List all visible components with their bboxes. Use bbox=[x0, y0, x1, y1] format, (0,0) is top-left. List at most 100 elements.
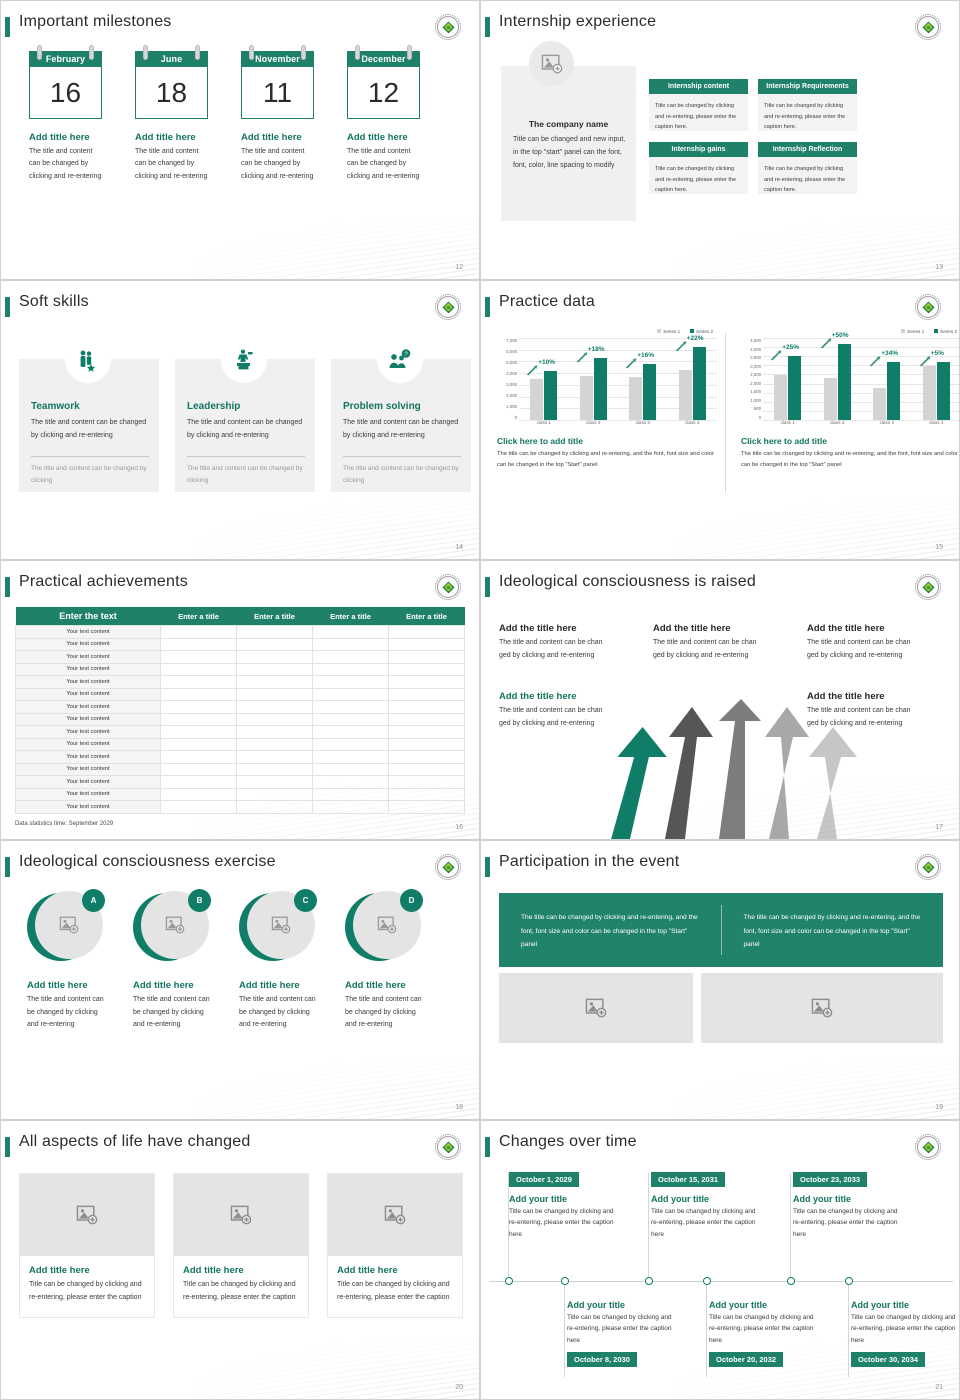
image-placeholder-icon[interactable] bbox=[499, 973, 693, 1043]
table-cell[interactable] bbox=[160, 750, 237, 764]
soft-skill-card[interactable]: Teamwork The title and content can be ch… bbox=[19, 337, 159, 492]
exercise-item[interactable]: A Add title here The title and content c… bbox=[27, 889, 105, 1032]
table-cell[interactable] bbox=[236, 712, 313, 726]
exercise-item[interactable]: B Add title here The title and content c… bbox=[133, 889, 211, 1032]
table-header-cell[interactable]: Enter a title bbox=[388, 607, 465, 626]
table-row[interactable]: Your text content bbox=[15, 712, 465, 726]
table-cell[interactable] bbox=[236, 687, 313, 701]
milestone-item[interactable]: December 12 Add title here The title and… bbox=[347, 45, 420, 183]
table-cell[interactable] bbox=[236, 762, 313, 776]
table-cell[interactable] bbox=[312, 775, 389, 789]
table-cell[interactable] bbox=[388, 800, 465, 814]
ic-block[interactable]: Add the title here The title and content… bbox=[499, 623, 614, 663]
table-cell[interactable] bbox=[236, 787, 313, 801]
table-cell[interactable] bbox=[236, 775, 313, 789]
achievements-table[interactable]: Enter the text Enter a title Enter a title… bbox=[15, 607, 465, 814]
table-cell[interactable] bbox=[388, 750, 465, 764]
table-row[interactable]: Your text content bbox=[15, 625, 465, 639]
timeline-entry-top[interactable]: October 1, 2029 Add your title Title can… bbox=[509, 1169, 621, 1240]
table-cell[interactable] bbox=[236, 750, 313, 764]
table-cell[interactable]: Your text content bbox=[15, 650, 161, 664]
table-cell[interactable] bbox=[312, 662, 389, 676]
image-placeholder-icon[interactable] bbox=[529, 41, 574, 86]
table-row[interactable]: Your text content bbox=[15, 762, 465, 776]
ic-block[interactable]: Add the title here The title and content… bbox=[653, 623, 768, 663]
table-cell[interactable]: Your text content bbox=[15, 637, 161, 651]
table-cell[interactable] bbox=[312, 700, 389, 714]
table-cell[interactable]: Your text content bbox=[15, 762, 161, 776]
table-row[interactable]: Your text content bbox=[15, 650, 465, 664]
table-cell[interactable] bbox=[388, 762, 465, 776]
table-row[interactable]: Your text content bbox=[15, 725, 465, 739]
image-placeholder-icon[interactable] bbox=[328, 1174, 462, 1256]
image-placeholder-icon[interactable] bbox=[701, 973, 943, 1043]
internship-card[interactable]: Internship Requirements Title can be cha… bbox=[758, 79, 857, 134]
table-row[interactable]: Your text content bbox=[15, 700, 465, 714]
table-cell[interactable] bbox=[312, 625, 389, 639]
table-cell[interactable] bbox=[312, 650, 389, 664]
internship-card[interactable]: Internship content Title can be changed … bbox=[649, 79, 748, 134]
table-row[interactable]: Your text content bbox=[15, 687, 465, 701]
table-cell[interactable] bbox=[236, 675, 313, 689]
table-row[interactable]: Your text content bbox=[15, 737, 465, 751]
table-cell[interactable]: Your text content bbox=[15, 800, 161, 814]
timeline-entry-top[interactable]: October 15, 2031 Add your title Title ca… bbox=[651, 1169, 763, 1240]
table-cell[interactable]: Your text content bbox=[15, 700, 161, 714]
table-row[interactable]: Your text content bbox=[15, 750, 465, 764]
table-cell[interactable]: Your text content bbox=[15, 737, 161, 751]
table-cell[interactable]: Your text content bbox=[15, 775, 161, 789]
table-cell[interactable] bbox=[236, 737, 313, 751]
milestone-item[interactable]: November 11 Add title here The title and… bbox=[241, 45, 314, 183]
table-row[interactable]: Your text content bbox=[15, 787, 465, 801]
table-cell[interactable] bbox=[160, 737, 237, 751]
table-cell[interactable] bbox=[388, 650, 465, 664]
table-cell[interactable] bbox=[160, 700, 237, 714]
table-header-cell[interactable]: Enter a title bbox=[236, 607, 313, 626]
table-cell[interactable] bbox=[312, 725, 389, 739]
table-cell[interactable] bbox=[388, 700, 465, 714]
table-cell[interactable] bbox=[388, 662, 465, 676]
milestone-item[interactable]: June 18 Add title here The title and con… bbox=[135, 45, 208, 183]
exercise-item[interactable]: C Add title here The title and content c… bbox=[239, 889, 317, 1032]
table-cell[interactable] bbox=[160, 725, 237, 739]
exercise-item[interactable]: D Add title here The title and content c… bbox=[345, 889, 423, 1032]
table-cell[interactable] bbox=[236, 662, 313, 676]
table-cell[interactable] bbox=[312, 800, 389, 814]
table-row[interactable]: Your text content bbox=[15, 662, 465, 676]
table-cell[interactable]: Your text content bbox=[15, 750, 161, 764]
soft-skill-card[interactable]: Leadership The title and content can be … bbox=[175, 337, 315, 492]
table-cell[interactable] bbox=[236, 800, 313, 814]
table-cell[interactable] bbox=[160, 787, 237, 801]
table-cell[interactable] bbox=[312, 787, 389, 801]
table-cell[interactable] bbox=[312, 687, 389, 701]
timeline-entry-bottom[interactable]: Add your title Title can be changed by c… bbox=[851, 1293, 959, 1368]
table-cell[interactable] bbox=[388, 737, 465, 751]
life-card[interactable]: Add title here Title can be changed by c… bbox=[173, 1173, 309, 1318]
table-cell[interactable] bbox=[388, 637, 465, 651]
table-row[interactable]: Your text content bbox=[15, 800, 465, 814]
table-cell[interactable] bbox=[388, 675, 465, 689]
table-cell[interactable] bbox=[388, 625, 465, 639]
ic-block[interactable]: Add the title here The title and content… bbox=[807, 623, 922, 663]
table-cell[interactable]: Your text content bbox=[15, 625, 161, 639]
table-row[interactable]: Your text content bbox=[15, 775, 465, 789]
table-cell[interactable] bbox=[160, 687, 237, 701]
timeline-entry-top[interactable]: October 23, 2033 Add your title Title ca… bbox=[793, 1169, 905, 1240]
timeline-entry-bottom[interactable]: Add your title Title can be changed by c… bbox=[709, 1293, 821, 1368]
table-cell[interactable] bbox=[312, 750, 389, 764]
life-card[interactable]: Add title here Title can be changed by c… bbox=[327, 1173, 463, 1318]
table-row[interactable]: Your text content bbox=[15, 675, 465, 689]
soft-skill-card[interactable]: ? Problem solving The title and content … bbox=[331, 337, 471, 492]
table-cell[interactable] bbox=[160, 650, 237, 664]
internship-card[interactable]: Internship Reflection Title can be chang… bbox=[758, 142, 857, 197]
timeline-entry-bottom[interactable]: Add your title Title can be changed by c… bbox=[567, 1293, 679, 1368]
table-cell[interactable]: Your text content bbox=[15, 712, 161, 726]
table-cell[interactable] bbox=[160, 637, 237, 651]
table-cell[interactable] bbox=[236, 650, 313, 664]
table-cell[interactable] bbox=[388, 687, 465, 701]
table-cell[interactable] bbox=[388, 712, 465, 726]
table-cell[interactable] bbox=[312, 712, 389, 726]
image-placeholder-icon[interactable] bbox=[20, 1174, 154, 1256]
image-placeholder-icon[interactable] bbox=[174, 1174, 308, 1256]
life-card[interactable]: Add title here Title can be changed by c… bbox=[19, 1173, 155, 1318]
